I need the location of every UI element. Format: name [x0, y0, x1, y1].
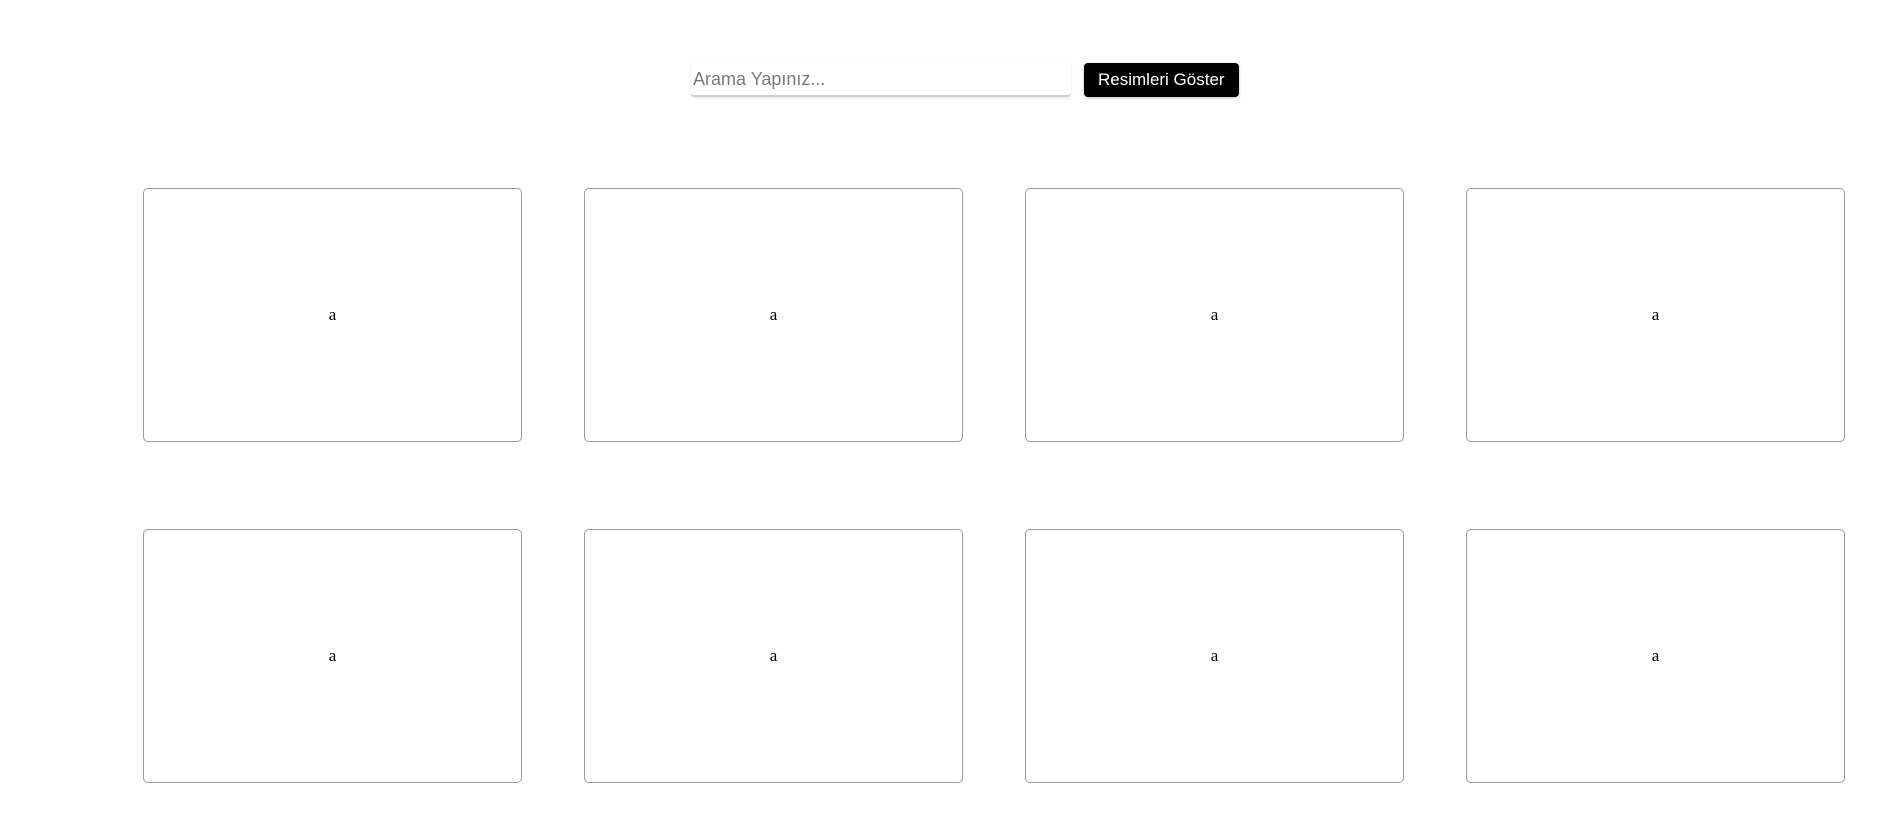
image-card[interactable]: a	[1025, 529, 1404, 783]
image-card[interactable]: a	[143, 529, 522, 783]
image-card-label: a	[769, 305, 778, 324]
image-card-label: a	[1210, 646, 1219, 665]
image-card-label: a	[1651, 305, 1660, 324]
image-card[interactable]: a	[584, 529, 963, 783]
image-card[interactable]: a	[1025, 188, 1404, 442]
image-card[interactable]: a	[143, 188, 522, 442]
image-card[interactable]: a	[1466, 529, 1845, 783]
image-card-label: a	[769, 646, 778, 665]
image-card-label: a	[328, 646, 337, 665]
search-input[interactable]	[691, 63, 1071, 97]
image-card-label: a	[1210, 305, 1219, 324]
image-card-label: a	[1651, 646, 1660, 665]
image-card[interactable]: a	[1466, 188, 1845, 442]
image-card-label: a	[328, 305, 337, 324]
show-images-button[interactable]: Resimleri Göster	[1084, 63, 1239, 97]
search-bar: Resimleri Göster	[691, 63, 1239, 97]
image-gallery: a a a a a a a a	[143, 188, 1845, 783]
image-card[interactable]: a	[584, 188, 963, 442]
